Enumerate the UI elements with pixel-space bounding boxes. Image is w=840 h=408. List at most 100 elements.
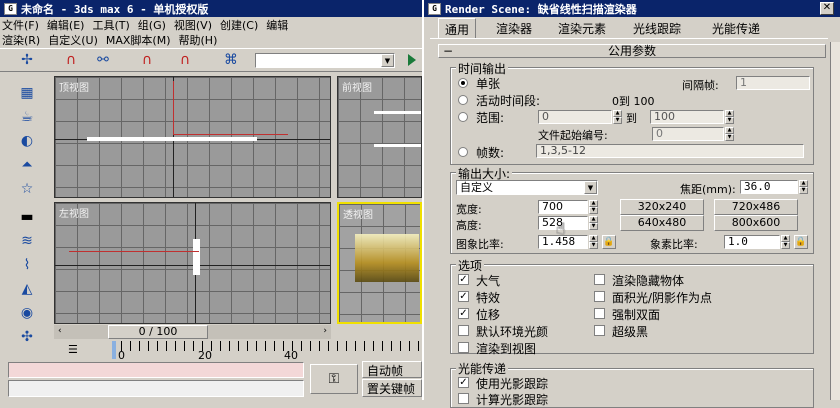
time-slider-thumb[interactable]: 0 / 100 bbox=[108, 325, 208, 339]
magnet-icon[interactable]: ∩ bbox=[172, 49, 198, 71]
preset-320x240-button[interactable]: 320x240 bbox=[620, 199, 704, 215]
width-spinner[interactable]: ▲ ▼ bbox=[589, 200, 598, 214]
cone-icon[interactable]: ⏶ bbox=[14, 154, 40, 176]
radio-range[interactable] bbox=[458, 112, 468, 122]
preset-720x486-button[interactable]: 720x486 bbox=[714, 199, 798, 215]
check-atmospherics[interactable]: ✓ bbox=[458, 274, 469, 285]
range-to-input[interactable]: 100 bbox=[650, 110, 724, 124]
rollout-title: 公用参数 bbox=[607, 44, 656, 58]
slab-icon[interactable]: ▬ bbox=[14, 206, 40, 228]
check-compute-radiosity[interactable] bbox=[458, 393, 469, 404]
select-tool-icon[interactable]: ✢ bbox=[14, 49, 40, 71]
track-ruler bbox=[112, 341, 422, 351]
selection-filter-dropdown[interactable]: ▼ bbox=[255, 53, 395, 68]
range-from-spinner[interactable]: ▲ ▼ bbox=[613, 110, 622, 124]
viewport-top[interactable]: 顶视图 bbox=[54, 76, 331, 198]
auto-key-button[interactable]: 自动帧 bbox=[362, 361, 422, 378]
aperture-spinner[interactable]: ▲ ▼ bbox=[799, 180, 808, 194]
check-default-ambient[interactable] bbox=[458, 325, 469, 336]
track-bar[interactable]: ☰ 0 20 40 bbox=[54, 341, 422, 362]
range-to-spinner[interactable]: ▲ ▼ bbox=[725, 110, 734, 124]
preset-800x600-button[interactable]: 800x600 bbox=[714, 215, 798, 231]
viewport-left[interactable]: 左视图 bbox=[54, 202, 331, 324]
cylinder-icon[interactable]: ≋ bbox=[14, 230, 40, 252]
menu-create[interactable]: 创建(C) bbox=[218, 17, 264, 32]
pyramid-icon[interactable]: ◭ bbox=[14, 278, 40, 300]
helper-icon[interactable]: ✣ bbox=[14, 326, 40, 348]
check-render-to-fields[interactable] bbox=[458, 342, 469, 353]
status-field-1[interactable] bbox=[8, 362, 304, 378]
range-from-input[interactable]: 0 bbox=[538, 110, 612, 124]
pixel-aspect-spinner[interactable]: ▲ ▼ bbox=[781, 235, 790, 249]
image-aspect-lock-icon[interactable]: 🔒 bbox=[602, 235, 616, 249]
preset-640x480-button[interactable]: 640x480 bbox=[620, 215, 704, 231]
key-mode-button[interactable]: ⚿ bbox=[310, 364, 358, 394]
play-icon[interactable] bbox=[408, 54, 416, 66]
menu-file[interactable]: 文件(F) bbox=[0, 17, 45, 32]
radio-active-segment[interactable] bbox=[458, 95, 468, 105]
menu-tools[interactable]: 工具(T) bbox=[90, 17, 135, 32]
tab-raytracer-label: 光线跟踪 bbox=[633, 22, 682, 36]
radio-active-segment-label: 活动时间段: bbox=[476, 94, 541, 108]
check-force-2-sided[interactable] bbox=[594, 308, 605, 319]
check-render-hidden[interactable] bbox=[594, 274, 605, 285]
set-key-button[interactable]: 置关键帧 bbox=[362, 379, 422, 397]
tab-render-elements[interactable]: 渲染元素 bbox=[552, 18, 612, 38]
menu-group[interactable]: 组(G) bbox=[136, 17, 172, 32]
height-spinner[interactable]: ▲ ▼ bbox=[589, 216, 598, 230]
width-input[interactable]: 700 bbox=[538, 200, 588, 214]
star-icon[interactable]: ☆ bbox=[14, 178, 40, 200]
tab-common[interactable]: 通用 bbox=[438, 18, 477, 38]
check-area-lights-as-points[interactable] bbox=[594, 291, 605, 302]
menu-maxscript[interactable]: MAX脚本(M) bbox=[104, 32, 177, 47]
aperture-input[interactable]: 36.0 bbox=[740, 180, 798, 194]
menu-views[interactable]: 视图(V) bbox=[172, 17, 218, 32]
check-use-radiosity[interactable]: ✓ bbox=[458, 377, 469, 388]
tab-raytracer[interactable]: 光线跟踪 bbox=[627, 18, 687, 38]
radio-frames[interactable] bbox=[458, 147, 468, 157]
menu-rendering[interactable]: 渲染(R) bbox=[0, 32, 46, 47]
box-icon[interactable]: ▦ bbox=[14, 82, 40, 104]
status-field-2[interactable] bbox=[8, 380, 304, 397]
tab-renderer[interactable]: 渲染器 bbox=[490, 18, 538, 38]
pixel-aspect-input[interactable]: 1.0 bbox=[724, 235, 780, 249]
radio-single[interactable] bbox=[458, 78, 468, 88]
time-slider[interactable]: ‹ 0 / 100 › bbox=[54, 325, 331, 339]
image-aspect-input[interactable]: 1.458 bbox=[538, 235, 588, 249]
collapse-icon: − bbox=[443, 44, 454, 58]
torus-icon[interactable]: ◉ bbox=[14, 302, 40, 324]
unlink-icon[interactable]: ⚯ bbox=[90, 49, 116, 71]
track-icon[interactable]: ☰ bbox=[68, 343, 78, 356]
viewport-front[interactable]: 前视图 bbox=[337, 76, 422, 198]
viewport-perspective[interactable]: 透视图 bbox=[337, 202, 422, 324]
sphere-icon[interactable]: ◐ bbox=[14, 130, 40, 152]
every-nth-input[interactable]: 1 bbox=[736, 76, 810, 90]
time-next-icon[interactable]: › bbox=[323, 326, 327, 336]
teapot-icon[interactable]: ☕ bbox=[14, 106, 40, 128]
menu-modifiers[interactable]: 编辑 bbox=[264, 17, 294, 32]
tab-radiosity[interactable]: 光能传递 bbox=[706, 18, 766, 38]
rollout-common-params[interactable]: − 公用参数 bbox=[438, 44, 826, 58]
check-super-black[interactable] bbox=[594, 325, 605, 336]
output-preset-dropdown[interactable]: 自定义 ▼ bbox=[456, 180, 598, 195]
check-displacement[interactable]: ✓ bbox=[458, 308, 469, 319]
tube-icon[interactable]: ⌇ bbox=[14, 254, 40, 276]
menu-edit[interactable]: 编辑(E) bbox=[45, 17, 91, 32]
close-icon[interactable]: ✕ bbox=[820, 2, 834, 15]
menu-help[interactable]: 帮助(H) bbox=[177, 32, 224, 47]
frames-input[interactable]: 1,3,5-12 bbox=[536, 144, 804, 158]
key-icon: ⚿ bbox=[328, 371, 340, 387]
file-start-input[interactable]: 0 bbox=[652, 127, 724, 141]
menu-customize[interactable]: 自定义(U) bbox=[46, 32, 104, 47]
file-start-spinner[interactable]: ▲ ▼ bbox=[725, 127, 734, 141]
track-tick-0: 0 bbox=[118, 349, 125, 362]
time-prev-icon[interactable]: ‹ bbox=[58, 326, 62, 336]
panel-scrollbar[interactable] bbox=[830, 42, 840, 400]
pixel-aspect-lock-icon[interactable]: 🔒 bbox=[794, 235, 808, 249]
text-object bbox=[374, 111, 421, 147]
check-effects[interactable]: ✓ bbox=[458, 291, 469, 302]
image-aspect-spinner[interactable]: ▲ ▼ bbox=[589, 235, 598, 249]
bind-icon[interactable]: ∩ bbox=[134, 49, 160, 71]
select-by-name-icon[interactable]: ⌘ bbox=[218, 49, 244, 71]
link-icon[interactable]: ∩ bbox=[58, 49, 84, 71]
